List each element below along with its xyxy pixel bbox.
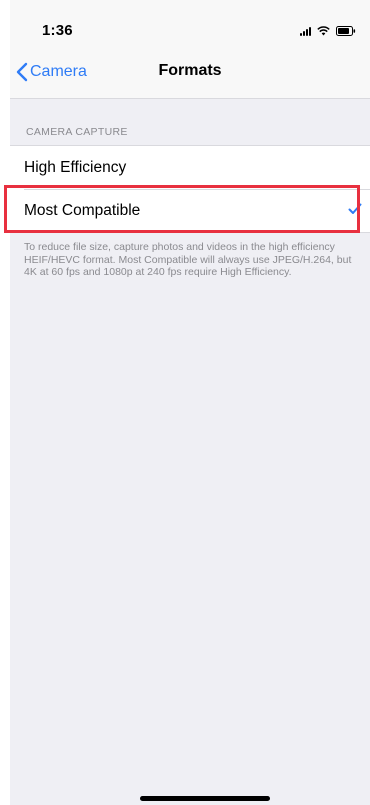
status-icons	[300, 24, 356, 38]
battery-icon	[336, 26, 356, 36]
signal-icon	[300, 26, 311, 36]
option-label: High Efficiency	[24, 158, 127, 176]
format-options-list: High Efficiency Most Compatible	[10, 145, 370, 233]
top-bar: 1:36 Camera Formats	[10, 0, 370, 99]
status-time: 1:36	[42, 22, 73, 39]
page-title: Formats	[158, 62, 222, 79]
checkmark-icon	[348, 203, 362, 214]
option-most-compatible[interactable]: Most Compatible	[10, 189, 370, 232]
home-indicator[interactable]	[140, 796, 270, 801]
option-high-efficiency[interactable]: High Efficiency	[10, 146, 370, 189]
section-header: CAMERA CAPTURE	[26, 126, 128, 138]
wifi-icon	[317, 26, 330, 36]
option-label: Most Compatible	[24, 201, 141, 219]
settings-screen: 1:36 Camera Formats CAMERA CAPTURE High …	[10, 0, 370, 805]
section-footer: To reduce file size, capture photos and …	[24, 241, 352, 278]
